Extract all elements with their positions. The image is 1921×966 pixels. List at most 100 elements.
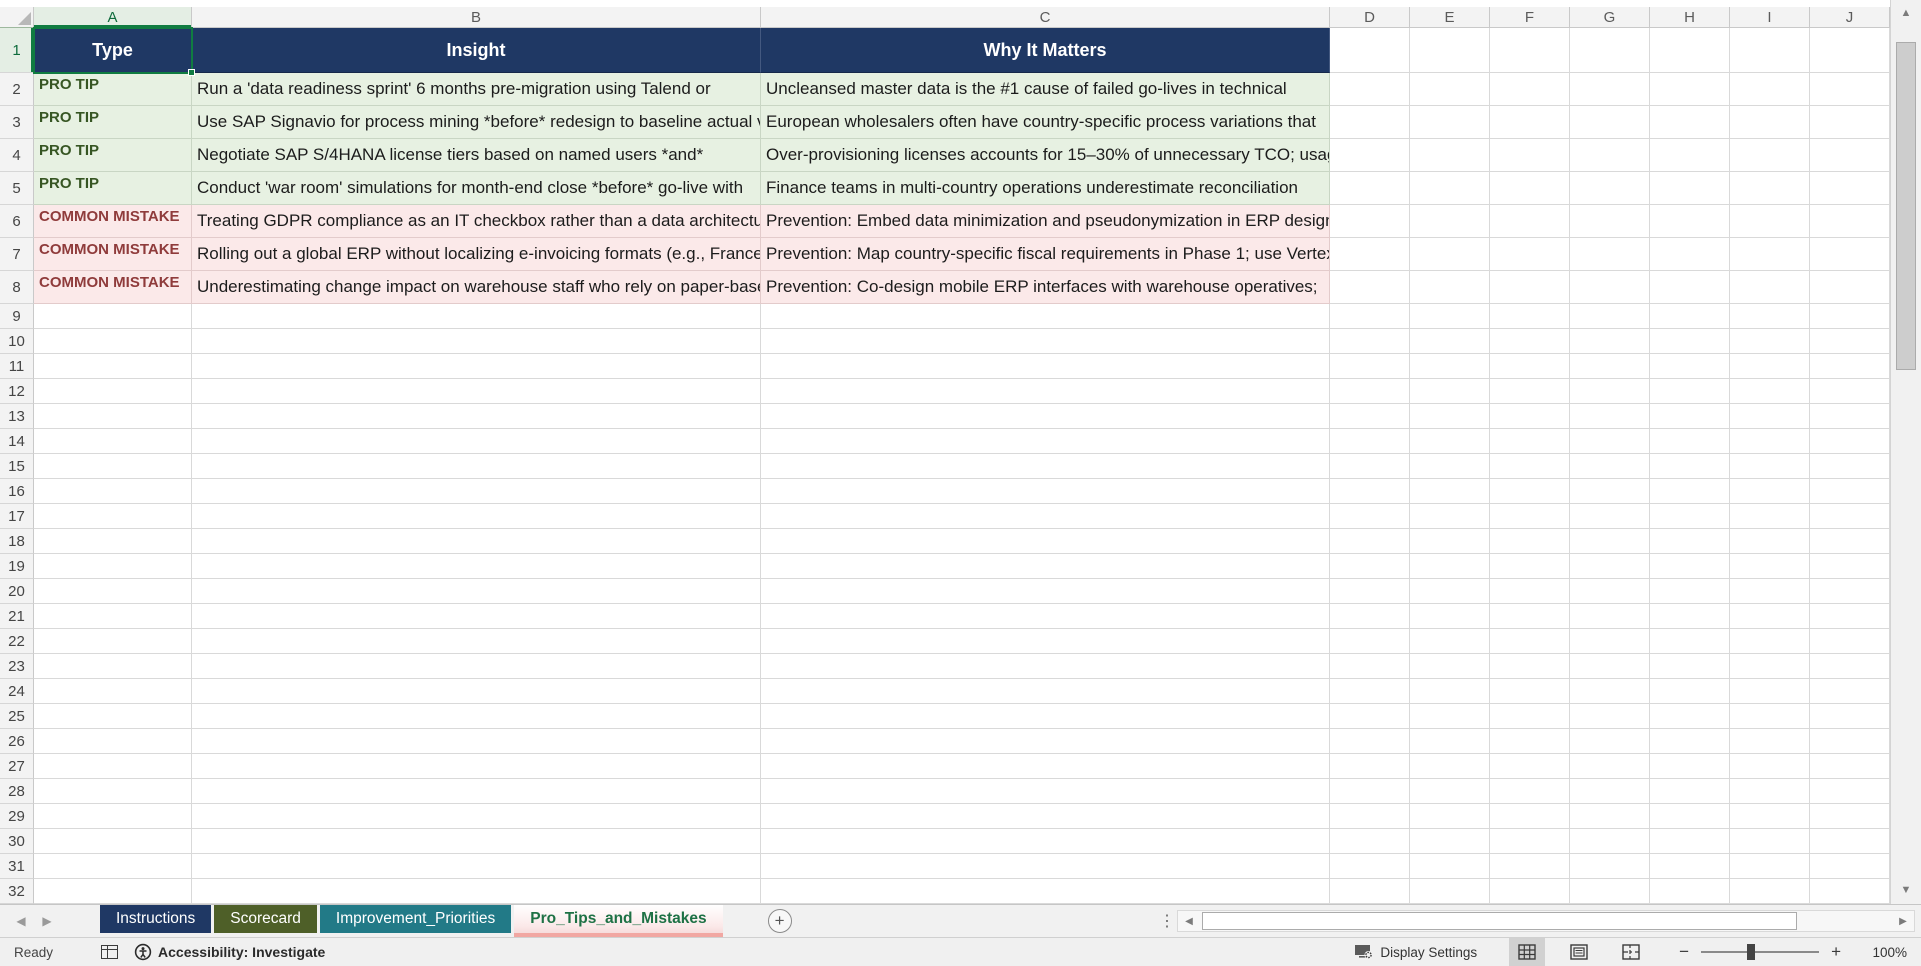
cell-B24[interactable] xyxy=(192,679,761,704)
cell-C21[interactable] xyxy=(761,604,1330,629)
cell-A15[interactable] xyxy=(34,454,192,479)
cell-G25[interactable] xyxy=(1570,704,1650,729)
cell-J22[interactable] xyxy=(1810,629,1890,654)
cell-A31[interactable] xyxy=(34,854,192,879)
cell-H13[interactable] xyxy=(1650,404,1730,429)
cell-H6[interactable] xyxy=(1650,205,1730,238)
cell-F11[interactable] xyxy=(1490,354,1570,379)
row-header-22[interactable]: 22 xyxy=(0,629,34,654)
cell-E25[interactable] xyxy=(1410,704,1490,729)
cell-A10[interactable] xyxy=(34,329,192,354)
cell-A6[interactable]: COMMON MISTAKE xyxy=(34,205,192,238)
cell-E13[interactable] xyxy=(1410,404,1490,429)
vertical-scrollbar-thumb[interactable] xyxy=(1896,42,1916,370)
cell-B22[interactable] xyxy=(192,629,761,654)
cell-H14[interactable] xyxy=(1650,429,1730,454)
display-settings-button[interactable]: Display Settings xyxy=(1354,944,1477,960)
row-header-24[interactable]: 24 xyxy=(0,679,34,704)
cell-I24[interactable] xyxy=(1730,679,1810,704)
cell-I25[interactable] xyxy=(1730,704,1810,729)
cell-D27[interactable] xyxy=(1330,754,1410,779)
cell-J18[interactable] xyxy=(1810,529,1890,554)
cell-H10[interactable] xyxy=(1650,329,1730,354)
cell-G26[interactable] xyxy=(1570,729,1650,754)
cell-B26[interactable] xyxy=(192,729,761,754)
cell-C24[interactable] xyxy=(761,679,1330,704)
cell-F8[interactable] xyxy=(1490,271,1570,304)
column-header-J[interactable]: J xyxy=(1810,7,1890,28)
cell-I16[interactable] xyxy=(1730,479,1810,504)
row-header-28[interactable]: 28 xyxy=(0,779,34,804)
cell-I26[interactable] xyxy=(1730,729,1810,754)
cell-F2[interactable] xyxy=(1490,73,1570,106)
row-header-19[interactable]: 19 xyxy=(0,554,34,579)
sheet-tab-scorecard[interactable]: Scorecard xyxy=(214,904,317,933)
cell-J23[interactable] xyxy=(1810,654,1890,679)
column-header-C[interactable]: C xyxy=(761,7,1330,28)
cell-F6[interactable] xyxy=(1490,205,1570,238)
cell-E18[interactable] xyxy=(1410,529,1490,554)
cell-F17[interactable] xyxy=(1490,504,1570,529)
cell-A20[interactable] xyxy=(34,579,192,604)
cell-J26[interactable] xyxy=(1810,729,1890,754)
cell-A22[interactable] xyxy=(34,629,192,654)
cell-F12[interactable] xyxy=(1490,379,1570,404)
row-header-18[interactable]: 18 xyxy=(0,529,34,554)
cell-A26[interactable] xyxy=(34,729,192,754)
cell-D24[interactable] xyxy=(1330,679,1410,704)
cell-G12[interactable] xyxy=(1570,379,1650,404)
cell-B13[interactable] xyxy=(192,404,761,429)
cell-I18[interactable] xyxy=(1730,529,1810,554)
cell-B23[interactable] xyxy=(192,654,761,679)
cell-I30[interactable] xyxy=(1730,829,1810,854)
row-header-32[interactable]: 32 xyxy=(0,879,34,904)
cell-G30[interactable] xyxy=(1570,829,1650,854)
row-header-20[interactable]: 20 xyxy=(0,579,34,604)
zoom-in-button[interactable]: + xyxy=(1823,942,1849,962)
cell-C32[interactable] xyxy=(761,879,1330,904)
horizontal-scrollbar-thumb[interactable] xyxy=(1202,912,1798,930)
cell-A8[interactable]: COMMON MISTAKE xyxy=(34,271,192,304)
cell-I17[interactable] xyxy=(1730,504,1810,529)
cell-C25[interactable] xyxy=(761,704,1330,729)
fill-handle[interactable] xyxy=(188,69,195,76)
cell-B2[interactable]: Run a 'data readiness sprint' 6 months p… xyxy=(192,73,761,106)
cell-F7[interactable] xyxy=(1490,238,1570,271)
cell-D26[interactable] xyxy=(1330,729,1410,754)
cell-J10[interactable] xyxy=(1810,329,1890,354)
cell-B6[interactable]: Treating GDPR compliance as an IT checkb… xyxy=(192,205,761,238)
column-header-D[interactable]: D xyxy=(1330,7,1410,28)
column-header-H[interactable]: H xyxy=(1650,7,1730,28)
cell-D10[interactable] xyxy=(1330,329,1410,354)
cell-I8[interactable] xyxy=(1730,271,1810,304)
cell-A28[interactable] xyxy=(34,779,192,804)
cell-C5[interactable]: Finance teams in multi-country operation… xyxy=(761,172,1330,205)
cell-J5[interactable] xyxy=(1810,172,1890,205)
row-header-31[interactable]: 31 xyxy=(0,854,34,879)
page-break-view-button[interactable] xyxy=(1613,938,1649,966)
cell-A3[interactable]: PRO TIP xyxy=(34,106,192,139)
cell-F24[interactable] xyxy=(1490,679,1570,704)
cell-C20[interactable] xyxy=(761,579,1330,604)
scroll-right-button[interactable]: ▶ xyxy=(1892,911,1914,931)
vertical-scrollbar[interactable]: ▲ ▼ xyxy=(1890,0,1921,904)
cell-A25[interactable] xyxy=(34,704,192,729)
cell-E26[interactable] xyxy=(1410,729,1490,754)
cell-J27[interactable] xyxy=(1810,754,1890,779)
cell-H15[interactable] xyxy=(1650,454,1730,479)
cell-B29[interactable] xyxy=(192,804,761,829)
cell-A30[interactable] xyxy=(34,829,192,854)
cell-H30[interactable] xyxy=(1650,829,1730,854)
cell-G13[interactable] xyxy=(1570,404,1650,429)
cell-A19[interactable] xyxy=(34,554,192,579)
cell-J4[interactable] xyxy=(1810,139,1890,172)
cell-I11[interactable] xyxy=(1730,354,1810,379)
cell-H32[interactable] xyxy=(1650,879,1730,904)
cell-B9[interactable] xyxy=(192,304,761,329)
cell-C1[interactable]: Why It Matters xyxy=(761,28,1330,73)
accessibility-status[interactable]: Accessibility: Investigate xyxy=(134,943,325,961)
column-header-A[interactable]: A xyxy=(34,7,192,28)
cell-I32[interactable] xyxy=(1730,879,1810,904)
cell-G32[interactable] xyxy=(1570,879,1650,904)
cell-B31[interactable] xyxy=(192,854,761,879)
